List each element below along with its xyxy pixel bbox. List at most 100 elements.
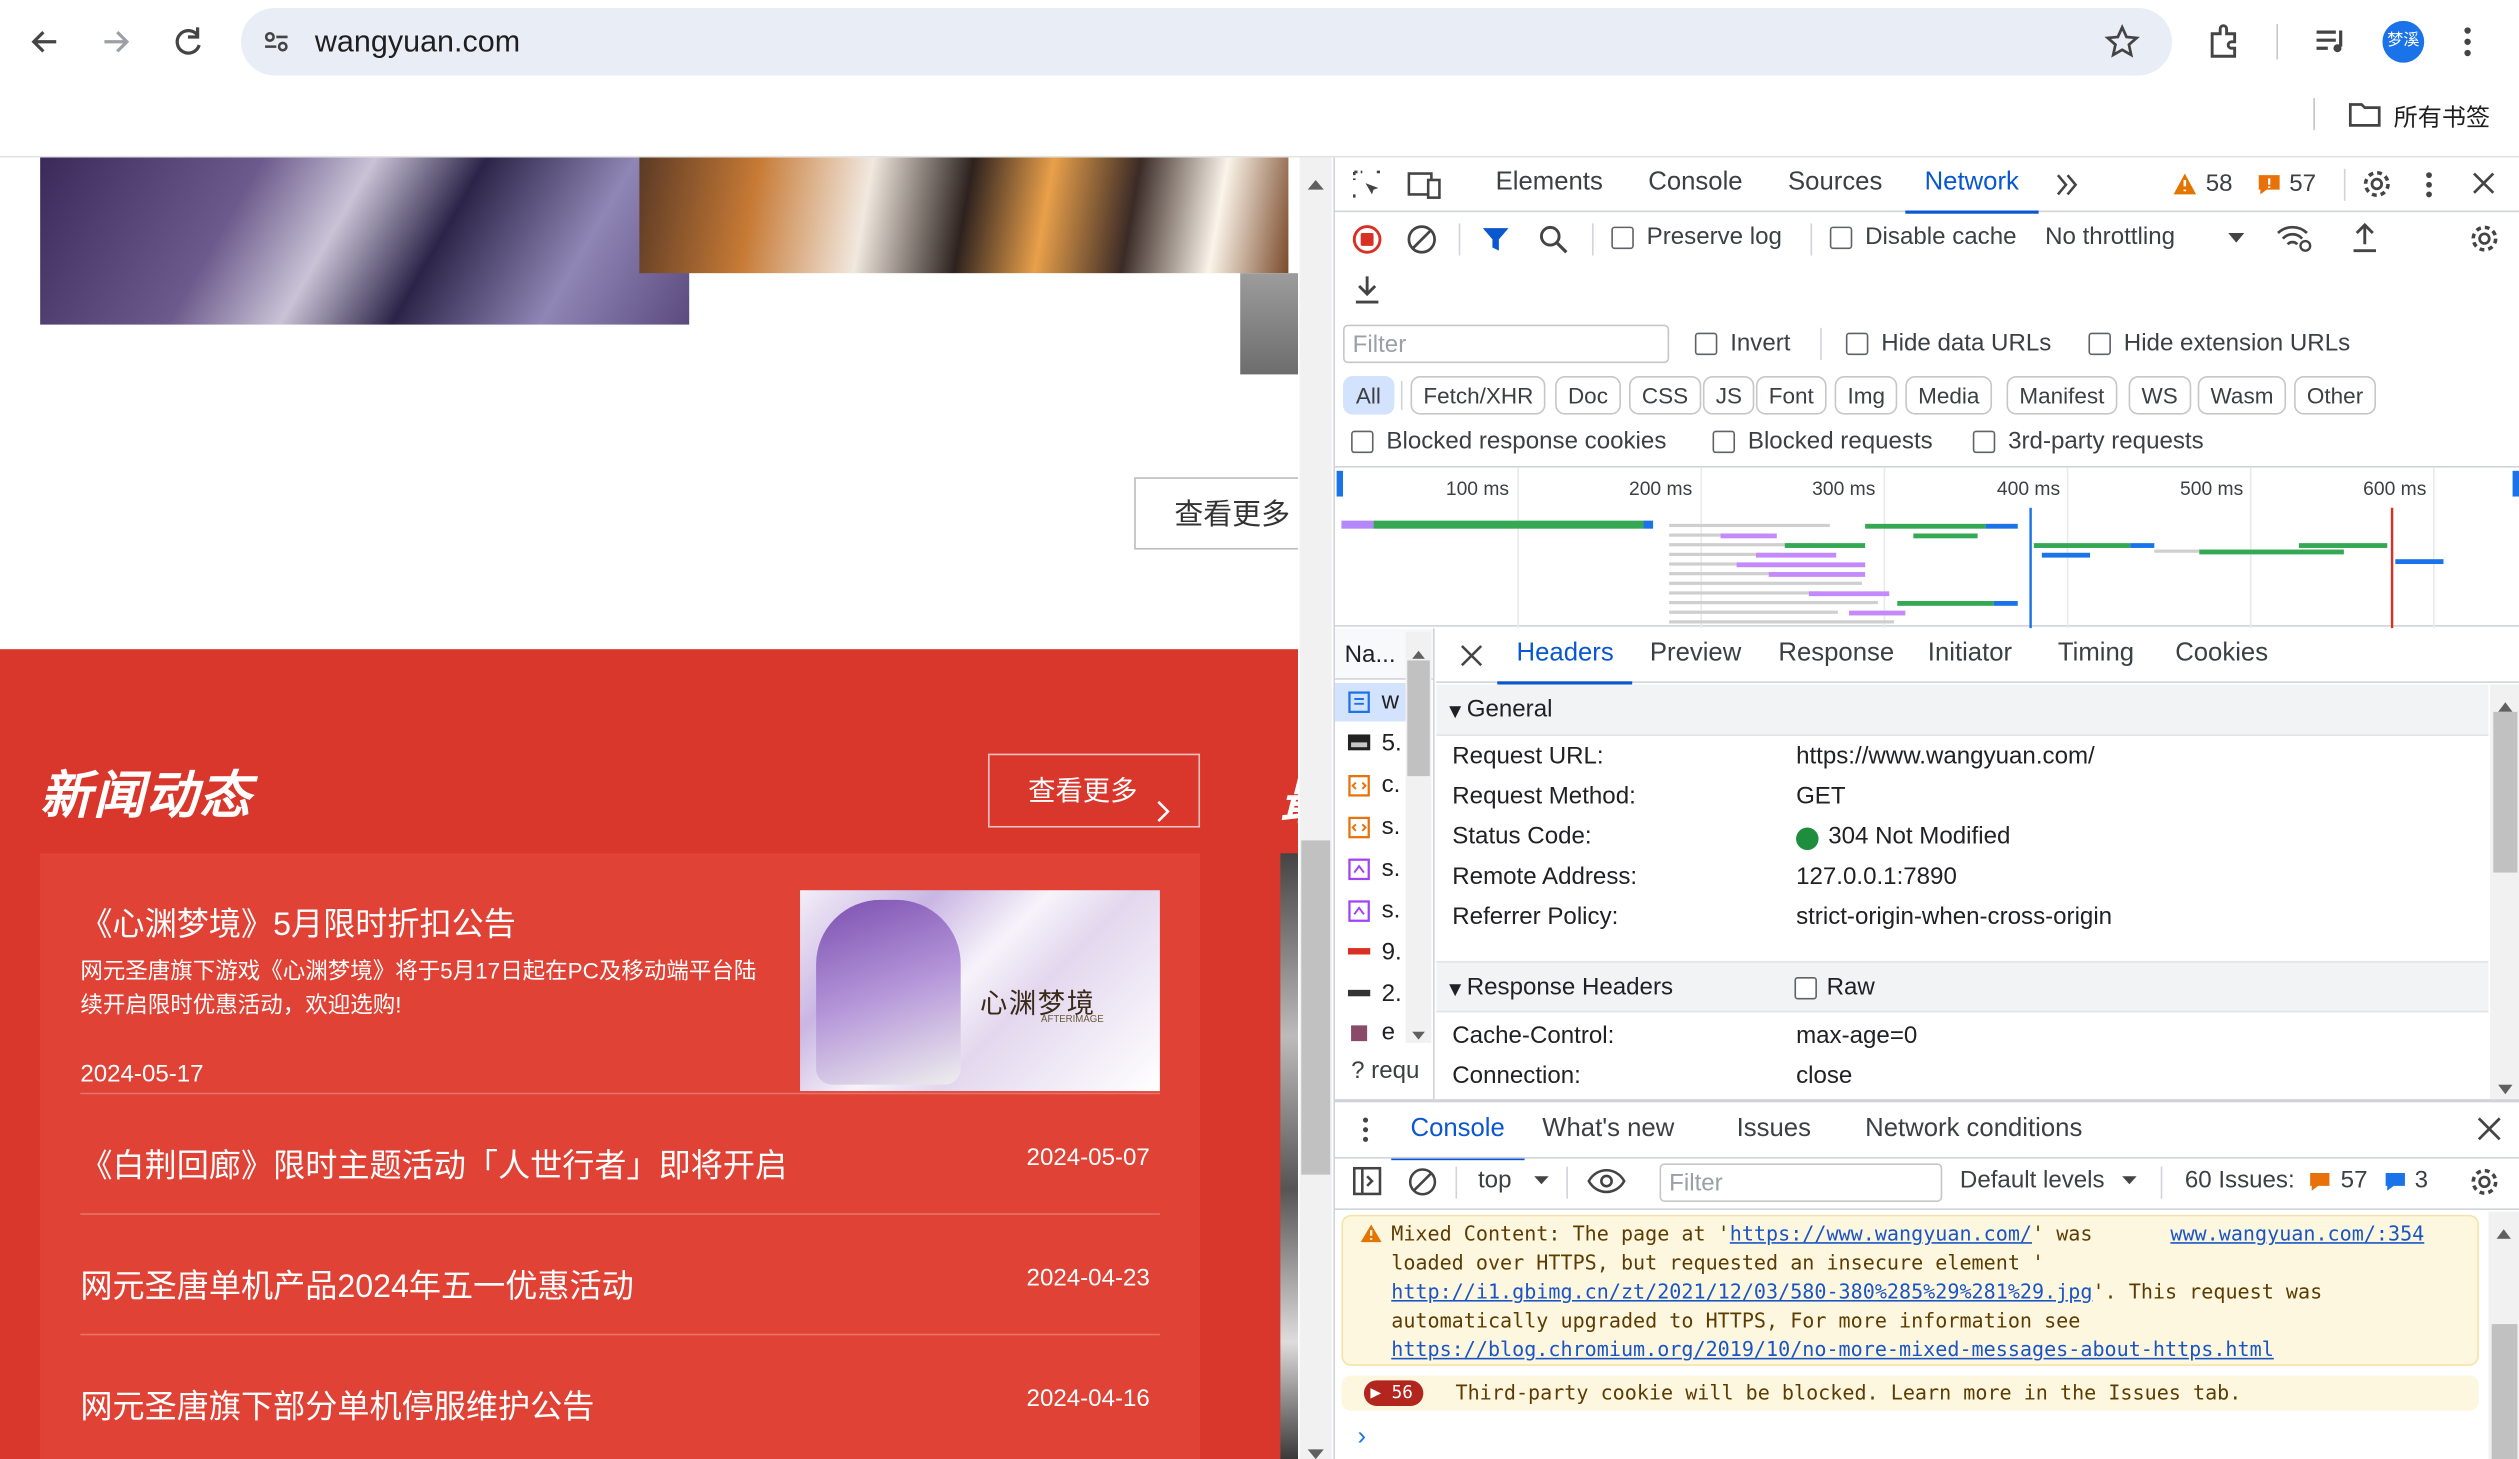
- request-list-scrollbar[interactable]: [1405, 631, 1432, 1043]
- hide-data-urls-checkbox[interactable]: [1845, 332, 1869, 356]
- warning-blog-link[interactable]: https://blog.chromium.org/2019/10/no-mor…: [1391, 1337, 2274, 1361]
- warnings-count[interactable]: 58: [2206, 170, 2233, 197]
- filter-chip-ws[interactable]: WS: [2128, 376, 2191, 415]
- preserve-log-label[interactable]: Preserve log: [1647, 223, 1782, 250]
- media-controls-icon[interactable]: [2310, 21, 2352, 63]
- hide-data-urls-label[interactable]: Hide data URLs: [1881, 329, 2051, 356]
- issues-error-icon[interactable]: [2309, 1171, 2331, 1192]
- preserve-log-checkbox[interactable]: [1611, 226, 1634, 250]
- tab-elements[interactable]: Elements: [1496, 169, 1603, 198]
- scroll-down-arrow-icon[interactable]: [1306, 1440, 1325, 1459]
- more-tabs-chevron-icon[interactable]: [2053, 170, 2082, 199]
- warning-page-link[interactable]: https://www.wangyuan.com/: [1730, 1221, 2032, 1245]
- console-grouped-message[interactable]: ▶ 56 Third-party cookie will be blocked.…: [1341, 1375, 2479, 1411]
- console-scrollbar-thumb[interactable]: [2491, 1324, 2518, 1459]
- response-headers-section-header[interactable]: ▾ Response Headers Raw: [1436, 960, 2489, 1013]
- invert-checkbox[interactable]: [1694, 332, 1718, 356]
- filter-chip-other[interactable]: Other: [2294, 376, 2377, 415]
- context-select[interactable]: top: [1478, 1167, 1512, 1194]
- issues-info-icon[interactable]: [2384, 1171, 2406, 1192]
- blocked-requests-checkbox[interactable]: [1712, 430, 1736, 454]
- request-list-scrollbar-thumb[interactable]: [1407, 660, 1430, 777]
- download-icon[interactable]: [1353, 273, 1382, 305]
- inspect-element-icon[interactable]: [1351, 169, 1383, 201]
- message-repeat-badge[interactable]: ▶ 56: [1363, 1380, 1423, 1407]
- error-badge-icon[interactable]: [2257, 174, 2281, 196]
- filter-chip-all[interactable]: All: [1343, 376, 1394, 415]
- console-prompt-chevron-icon[interactable]: ›: [1357, 1424, 1366, 1453]
- warning-image-link[interactable]: http://i1.gbimg.cn/zt/2021/12/03/580-380…: [1391, 1279, 2092, 1303]
- disable-cache-checkbox[interactable]: [1829, 226, 1853, 250]
- bookmark-star-icon[interactable]: [2104, 24, 2140, 59]
- request-name[interactable]: e: [1382, 1019, 1395, 1046]
- featured-news-thumbnail[interactable]: 心渊梦境 AFTERIMAGE: [800, 890, 1160, 1092]
- search-icon[interactable]: [1537, 223, 1569, 255]
- featured-news-title[interactable]: 《心渊梦境》5月限时折扣公告: [80, 898, 516, 945]
- filter-chip-font[interactable]: Font: [1755, 376, 1827, 415]
- tab-preview[interactable]: Preview: [1650, 640, 1741, 669]
- general-section-header[interactable]: ▾ General: [1436, 684, 2489, 736]
- news-more-button[interactable]: 查看更多: [987, 753, 1201, 828]
- tab-network[interactable]: Network: [1905, 169, 2038, 214]
- scroll-down-arrow-icon[interactable]: [1411, 1020, 1427, 1047]
- details-scrollbar-thumb[interactable]: [2493, 711, 2518, 873]
- console-warning-message[interactable]: Mixed Content: The page at 'https://www.…: [1341, 1214, 2479, 1366]
- drawer-splitter[interactable]: [1335, 1099, 2519, 1103]
- scroll-up-arrow-icon[interactable]: [1306, 170, 1325, 199]
- clear-console-icon[interactable]: [1407, 1167, 1438, 1198]
- close-devtools-icon[interactable]: [2471, 170, 2497, 196]
- issues-label[interactable]: 60 Issues:: [2185, 1167, 2295, 1194]
- tab-sources[interactable]: Sources: [1788, 169, 1882, 198]
- drawer-tab-console[interactable]: Console: [1391, 1115, 1524, 1161]
- clear-icon[interactable]: [1406, 223, 1438, 255]
- request-name[interactable]: w: [1382, 688, 1399, 715]
- warning-source-link[interactable]: www.wangyuan.com/:354: [2170, 1220, 2424, 1249]
- blocked-response-cookies-checkbox[interactable]: [1351, 430, 1374, 454]
- site-info-icon[interactable]: [260, 26, 292, 58]
- console-settings-gear-icon[interactable]: [2468, 1165, 2502, 1199]
- filter-chip-img[interactable]: Img: [1834, 376, 1898, 415]
- errors-count[interactable]: 57: [2289, 170, 2316, 197]
- console-filter-input[interactable]: Filter: [1659, 1163, 1943, 1202]
- third-party-requests-label[interactable]: 3rd-party requests: [2008, 427, 2204, 454]
- scroll-up-arrow-icon[interactable]: [2495, 1218, 2513, 1245]
- address-bar[interactable]: wangyuan.com: [240, 8, 2172, 76]
- filter-chip-fetch-xhr[interactable]: Fetch/XHR: [1410, 376, 1547, 415]
- forward-button[interactable]: [93, 19, 138, 64]
- log-levels-select[interactable]: Default levels: [1960, 1167, 2105, 1194]
- drawer-tab-network-conditions[interactable]: Network conditions: [1865, 1115, 2082, 1144]
- issues-info-count[interactable]: 3: [2415, 1167, 2428, 1194]
- dropdown-arrow-icon[interactable]: [2121, 1175, 2139, 1186]
- hide-extension-urls-label[interactable]: Hide extension URLs: [2124, 329, 2350, 356]
- scroll-down-arrow-icon[interactable]: [2497, 1075, 2515, 1099]
- settings-gear-icon[interactable]: [2360, 167, 2394, 201]
- dropdown-arrow-icon[interactable]: [2227, 231, 2246, 244]
- news-item-title[interactable]: 网元圣唐旗下部分单机停服维护公告: [80, 1380, 594, 1427]
- filter-chip-media[interactable]: Media: [1905, 376, 1993, 415]
- profile-avatar[interactable]: 梦溪: [2382, 20, 2425, 63]
- raw-checkbox[interactable]: [1794, 976, 1817, 1000]
- network-overview-timeline[interactable]: 100 ms 200 ms 300 ms 400 ms 500 ms 600 m…: [1335, 466, 2519, 629]
- tab-cookies[interactable]: Cookies: [2175, 640, 2268, 669]
- blocked-requests-label[interactable]: Blocked requests: [1748, 427, 1933, 454]
- network-conditions-icon[interactable]: [2275, 222, 2314, 254]
- filter-chip-manifest[interactable]: Manifest: [2006, 376, 2118, 415]
- tab-console[interactable]: Console: [1648, 169, 1742, 198]
- device-toolbar-icon[interactable]: [1407, 169, 1442, 201]
- name-column-header[interactable]: Na...: [1345, 641, 1396, 668]
- view-more-button[interactable]: 查看更多: [1134, 477, 1299, 550]
- banner-image-right[interactable]: [639, 157, 1289, 274]
- tab-headers[interactable]: Headers: [1497, 640, 1634, 685]
- page-scrollbar-thumb[interactable]: [1301, 840, 1331, 1175]
- request-name[interactable]: s.: [1382, 897, 1401, 924]
- request-name[interactable]: s.: [1382, 813, 1401, 840]
- warning-triangle-icon[interactable]: [2172, 172, 2198, 196]
- blocked-response-cookies-label[interactable]: Blocked response cookies: [1386, 427, 1666, 454]
- request-name[interactable]: 2.: [1382, 980, 1402, 1007]
- details-scrollbar[interactable]: [2490, 684, 2519, 1100]
- filter-chip-wasm[interactable]: Wasm: [2197, 376, 2287, 415]
- devtools-menu-icon[interactable]: [2423, 169, 2436, 201]
- network-settings-gear-icon[interactable]: [2468, 222, 2502, 256]
- raw-label[interactable]: Raw: [1827, 974, 1875, 1001]
- request-name[interactable]: 9.: [1382, 938, 1402, 965]
